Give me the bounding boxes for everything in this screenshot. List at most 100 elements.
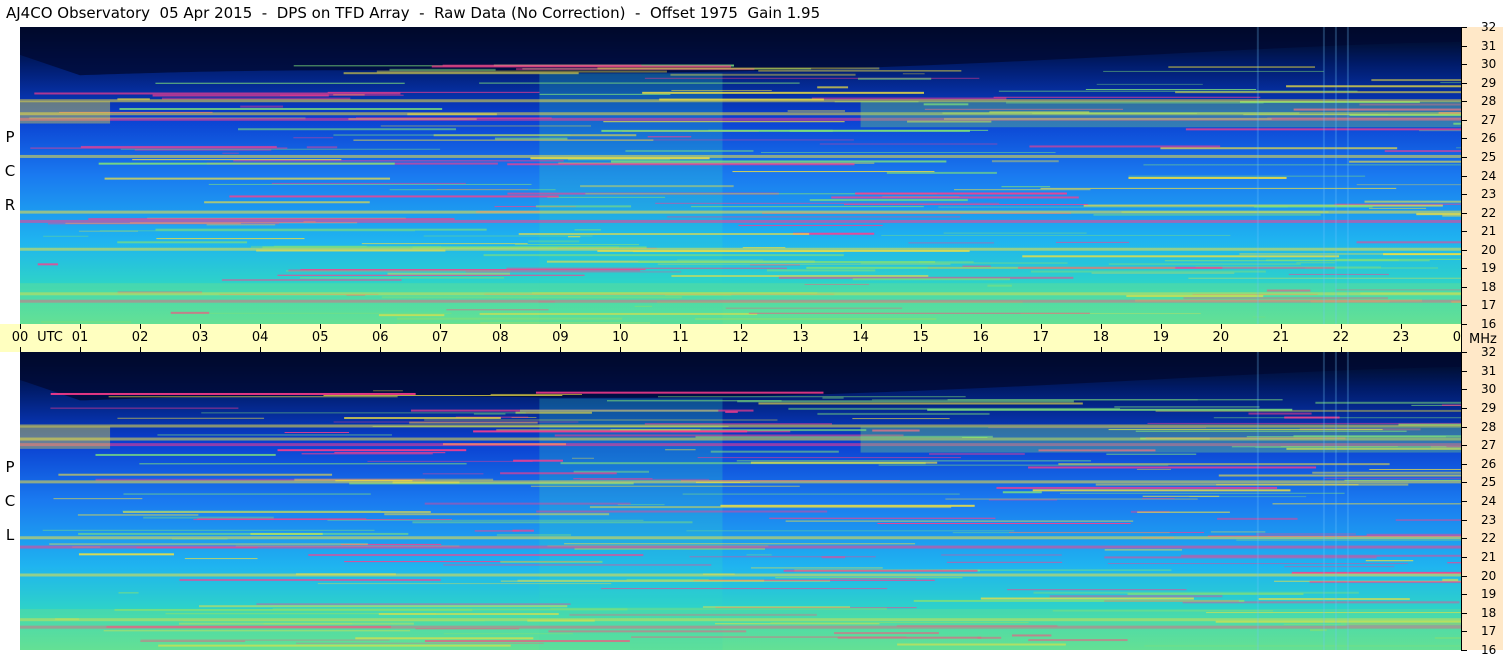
interference-line	[139, 463, 467, 465]
freq-tick-mark	[1461, 426, 1467, 428]
interference-line	[1142, 497, 1175, 499]
utc-tick-mark	[1160, 347, 1162, 352]
pol-letter: L	[5, 526, 15, 544]
interference-line	[518, 233, 810, 236]
interference-line	[589, 506, 952, 509]
interference-line	[293, 137, 334, 139]
freq-tick-mark	[1461, 212, 1467, 214]
vertical-interference	[1334, 27, 1337, 324]
interference-line	[1218, 474, 1461, 477]
interference-line	[665, 449, 696, 451]
interference-line	[78, 553, 174, 556]
interference-line	[691, 206, 924, 208]
interference-line	[1272, 503, 1461, 505]
freq-tick-mark	[1461, 519, 1467, 521]
interference-line	[515, 411, 592, 414]
interference-line	[539, 93, 671, 95]
interference-line	[43, 235, 89, 237]
interference-line	[1364, 200, 1461, 203]
interference-line	[947, 399, 1283, 401]
utc-tick-mark	[260, 324, 262, 329]
interference-line	[117, 241, 248, 244]
interference-line	[256, 603, 571, 605]
interference-line	[564, 543, 916, 545]
interference-line	[788, 407, 1121, 410]
interference-line	[603, 121, 845, 123]
interference-line	[373, 390, 403, 392]
interference-line	[132, 159, 342, 161]
interference-line	[1030, 270, 1266, 273]
freq-tick-label: 24	[1481, 168, 1497, 183]
pol-letter: C	[4, 162, 16, 180]
utc-tick-mark	[680, 324, 682, 329]
interference-line	[671, 275, 929, 278]
utc-tick-mark	[140, 324, 142, 329]
freq-tick-label: 21	[1481, 549, 1497, 564]
freq-tick-label: 17	[1481, 624, 1497, 639]
band-27mhz-early	[20, 101, 111, 124]
interference-line	[98, 162, 395, 165]
interference-line	[1017, 266, 1335, 269]
utc-axis: 00 01 02 03 04 05 06 07 08 09 10 11 12 13 14 15 16 17 18 19…	[0, 324, 1469, 352]
interference-line	[123, 493, 371, 495]
interference-line	[306, 146, 338, 149]
freq-tick-mark	[1461, 650, 1467, 651]
freq-tick-mark	[1461, 352, 1467, 353]
interference-line	[424, 419, 778, 421]
interference-line	[301, 453, 433, 455]
interference-line	[483, 254, 844, 257]
utc-tick-label: 11	[672, 330, 689, 345]
interference-line	[1164, 260, 1430, 262]
interference-line	[1256, 533, 1356, 535]
freq-tick-mark	[1461, 194, 1467, 196]
interference-line	[156, 238, 305, 240]
interference-line	[993, 96, 1261, 98]
utc-tick-mark	[740, 347, 742, 352]
interference-line	[179, 578, 441, 581]
interference-line	[42, 529, 375, 531]
utc-tick-label: 14	[852, 330, 869, 345]
interference-line	[237, 128, 457, 131]
utc-tick-mark	[620, 324, 622, 329]
interference-line	[1284, 416, 1340, 419]
interference-line	[1395, 519, 1461, 521]
interference-line	[809, 199, 968, 202]
interference-line	[443, 564, 712, 566]
interference-line	[474, 530, 520, 532]
utc-tick-mark	[1220, 324, 1222, 329]
polarization-label-rcp: P C R	[0, 120, 20, 222]
interference-line	[946, 561, 1063, 563]
pol-letter: R	[4, 196, 16, 214]
interference-line	[1128, 175, 1366, 177]
interference-line	[277, 449, 467, 452]
interference-line	[108, 396, 398, 398]
interference-line	[1284, 566, 1395, 568]
interference-line	[1254, 205, 1373, 208]
interference-line	[1239, 253, 1461, 255]
freq-tick-label: 31	[1481, 38, 1497, 53]
utc-tick-label: 04	[251, 330, 269, 345]
interference-line	[1106, 453, 1197, 455]
utc-tick-mark	[200, 347, 202, 352]
interference-line	[980, 597, 1194, 600]
interference-line	[829, 578, 917, 580]
interference-line	[222, 152, 239, 154]
freq-tick-mark	[1461, 575, 1467, 577]
interference-line	[1007, 589, 1187, 591]
interference-line	[787, 110, 846, 112]
freq-tick-label: 26	[1481, 456, 1497, 471]
utc-tick-mark	[380, 324, 382, 329]
interference-line	[760, 152, 1056, 154]
utc-tick-mark	[80, 347, 82, 352]
interference-line	[597, 67, 880, 70]
interference-line	[506, 267, 788, 269]
freq-tick-label: 22	[1481, 531, 1497, 546]
utc-tick-mark	[500, 324, 502, 329]
interference-line	[327, 519, 644, 521]
freq-tick-mark	[1461, 594, 1467, 596]
interference-line	[671, 89, 772, 91]
interference-line	[878, 464, 1169, 466]
utc-tick-label: 03	[191, 330, 209, 345]
interference-line	[53, 498, 143, 500]
interference-line	[1288, 273, 1390, 275]
